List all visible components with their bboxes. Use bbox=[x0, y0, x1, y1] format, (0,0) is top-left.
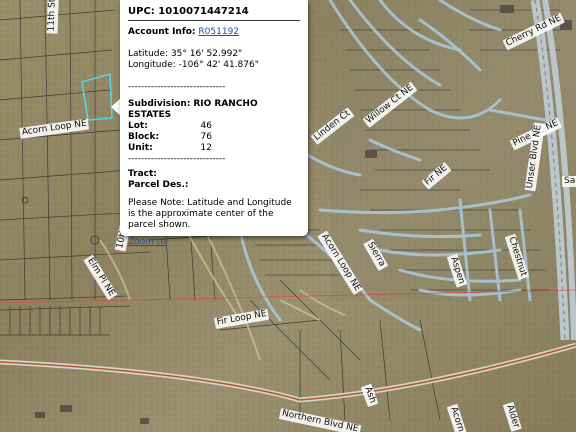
block-value: 76 bbox=[200, 132, 212, 142]
upc-row: UPC: 1010071447214 bbox=[128, 6, 300, 21]
unit-value: 12 bbox=[200, 143, 212, 153]
tract-label: Tract: bbox=[128, 169, 157, 179]
subdivision-row: Subdivision: RIO RANCHO ESTATES bbox=[128, 99, 300, 121]
separator-1: ------------------------------ bbox=[128, 82, 226, 92]
longitude-value: -106° 42' 41.876" bbox=[178, 60, 259, 70]
separator-2: ------------------------------ bbox=[128, 154, 226, 164]
parcel-des-label: Parcel Des.: bbox=[128, 180, 189, 190]
upc-value: 1010071447214 bbox=[158, 6, 249, 17]
unit-label: Unit: bbox=[128, 143, 153, 153]
coordinate-note: Please Note: Latitude and Longitude is t… bbox=[128, 198, 292, 230]
longitude-label: Longitude: bbox=[128, 60, 176, 70]
unit-row: Unit: 12 bbox=[128, 143, 300, 154]
latitude-row: Latitude: 35° 16' 52.992" bbox=[128, 49, 300, 60]
upc-label: UPC: bbox=[128, 6, 155, 17]
lot-value: 46 bbox=[200, 121, 212, 131]
account-label: Account Info: bbox=[128, 27, 196, 37]
block-row: Block: 76 bbox=[128, 132, 300, 143]
latitude-value: 35° 16' 52.992" bbox=[170, 49, 243, 59]
latitude-label: Latitude: bbox=[128, 49, 169, 59]
road-label-sa: Sa bbox=[562, 176, 576, 187]
zoom-to-link[interactable]: Zoom to bbox=[128, 237, 166, 247]
longitude-row: Longitude: -106° 42' 41.876" bbox=[128, 60, 300, 71]
account-row: Account Info: R051192 bbox=[128, 27, 300, 38]
map-viewport[interactable]: Acorn Loop NE Acorn Loop NE Fir Loop NE … bbox=[0, 0, 576, 432]
lot-row: Lot: 46 bbox=[128, 121, 300, 132]
road-label-11th-st: 11th St NE bbox=[46, 0, 60, 34]
account-link[interactable]: R051192 bbox=[198, 27, 239, 37]
lot-label: Lot: bbox=[128, 121, 148, 131]
block-label: Block: bbox=[128, 132, 160, 142]
subdivision-label: Subdivision: bbox=[128, 99, 191, 109]
parcel-info-popup: UPC: 1010071447214 Account Info: R051192… bbox=[120, 0, 308, 247]
